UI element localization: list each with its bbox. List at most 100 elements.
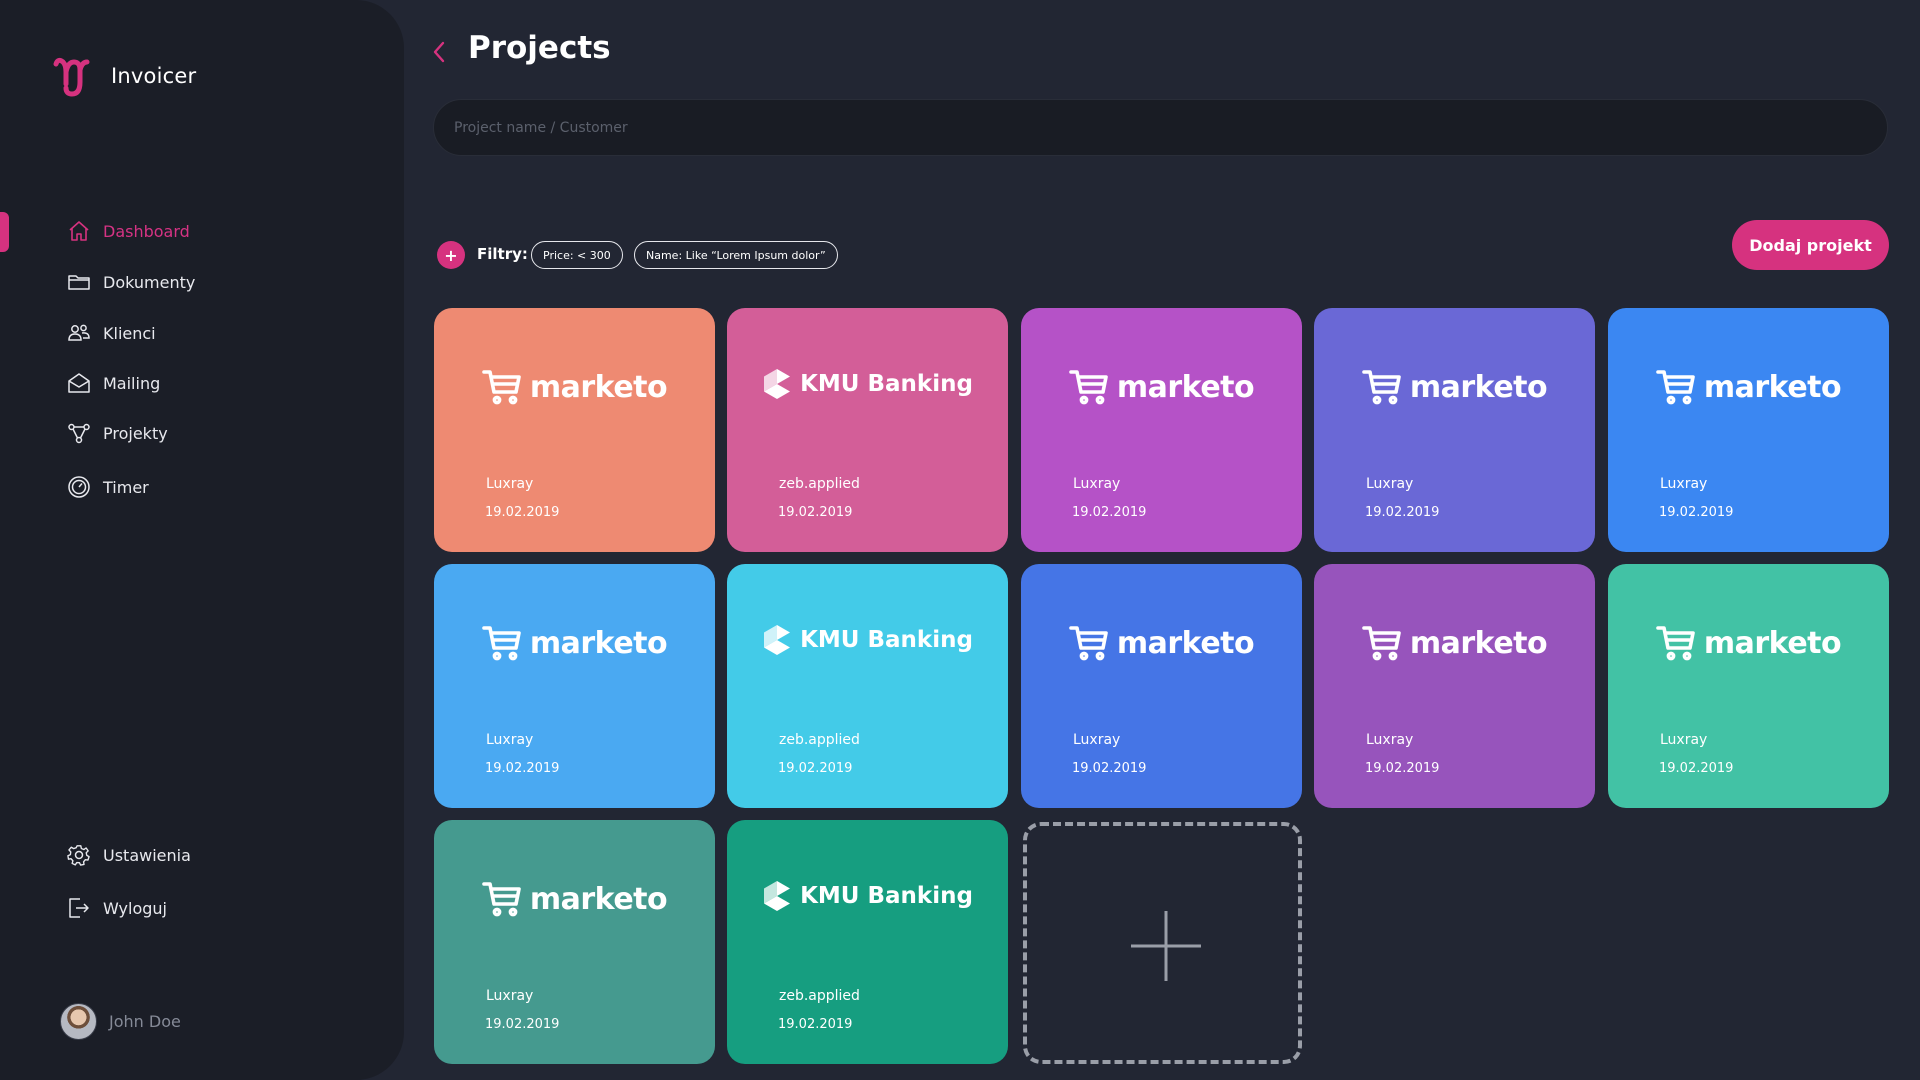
project-logo: marketo [434, 624, 715, 662]
new-project-tile[interactable] [1023, 822, 1302, 1064]
folder-icon [66, 269, 92, 295]
project-logo: marketo [1608, 368, 1889, 406]
shopping-cart-icon [1069, 626, 1108, 661]
avatar [60, 1003, 97, 1040]
project-brand: marketo [1703, 625, 1842, 661]
project-nodes-icon [66, 420, 92, 446]
filters-label: Filtry: [477, 245, 528, 263]
sidebar-item-label: Projekty [103, 423, 168, 443]
app-name: Invoicer [111, 64, 197, 88]
kmu-logo-icon [764, 881, 791, 911]
project-logo: marketo [1021, 624, 1302, 662]
project-client: zeb.applied [779, 476, 860, 492]
project-client: Luxray [1366, 476, 1414, 492]
mail-icon [66, 370, 92, 396]
users-icon [66, 320, 92, 346]
project-client: Luxray [486, 476, 534, 492]
shopping-cart-icon [482, 882, 521, 917]
project-date: 19.02.2019 [485, 505, 560, 520]
shopping-cart-icon [1362, 626, 1401, 661]
project-card[interactable]: KMU Banking zeb.applied 19.02.2019 [727, 308, 1008, 552]
sidebar-item-wyloguj[interactable]: Wyloguj [66, 895, 167, 921]
shopping-cart-icon [1069, 370, 1108, 405]
app-logo-icon [53, 57, 90, 97]
chevron-left-icon [433, 41, 445, 63]
add-project-button[interactable]: Dodaj projekt [1732, 220, 1889, 270]
project-brand: KMU Banking [800, 627, 973, 653]
project-logo: KMU Banking [727, 368, 1008, 400]
sidebar-item-label: Wyloguj [103, 898, 167, 918]
project-date: 19.02.2019 [1659, 505, 1734, 520]
project-logo: marketo [1314, 624, 1595, 662]
project-brand: marketo [529, 881, 668, 917]
project-logo: marketo [434, 368, 715, 406]
sidebar-item-ustawienia[interactable]: Ustawienia [66, 842, 191, 868]
project-logo: marketo [1314, 368, 1595, 406]
project-logo: marketo [1021, 368, 1302, 406]
sidebar-item-label: Ustawienia [103, 845, 191, 865]
project-client: zeb.applied [779, 988, 860, 1004]
sidebar-item-dashboard[interactable]: Dashboard [66, 218, 190, 244]
sidebar-item-label: Dashboard [103, 221, 190, 241]
project-card[interactable]: KMU Banking zeb.applied 19.02.2019 [727, 820, 1008, 1064]
project-brand: marketo [529, 625, 668, 661]
project-brand: marketo [1116, 369, 1255, 405]
sidebar: Invoicer Dashboard Dokumenty Klienci Mai… [0, 0, 404, 1080]
project-date: 19.02.2019 [1072, 505, 1147, 520]
filter-chip-name[interactable]: Name: Like “Lorem Ipsum dolor” [634, 241, 838, 269]
sidebar-item-mailing[interactable]: Mailing [66, 370, 160, 396]
project-card[interactable]: marketo Luxray 19.02.2019 [434, 564, 715, 808]
plus-icon [1131, 911, 1201, 981]
timer-icon [66, 474, 92, 500]
filter-chip-price[interactable]: Price: < 300 [531, 241, 623, 269]
shopping-cart-icon [482, 626, 521, 661]
gear-icon [66, 842, 92, 868]
project-brand: marketo [1116, 625, 1255, 661]
project-card[interactable]: marketo Luxray 19.02.2019 [1314, 308, 1595, 552]
sidebar-item-label: Mailing [103, 373, 161, 393]
project-date: 19.02.2019 [1365, 505, 1440, 520]
search-input[interactable] [433, 99, 1888, 156]
project-card[interactable]: KMU Banking zeb.applied 19.02.2019 [727, 564, 1008, 808]
logout-icon [66, 895, 92, 921]
project-card[interactable]: marketo Luxray 19.02.2019 [1608, 308, 1889, 552]
project-client: Luxray [1660, 476, 1708, 492]
project-client: Luxray [1073, 476, 1121, 492]
page-title: Projects [468, 30, 611, 66]
project-logo: marketo [1608, 624, 1889, 662]
kmu-logo-icon [764, 625, 791, 655]
user-name: John Doe [109, 1012, 181, 1031]
sidebar-item-projekty[interactable]: Projekty [66, 420, 168, 446]
project-date: 19.02.2019 [778, 505, 853, 520]
sidebar-item-klienci[interactable]: Klienci [66, 320, 156, 346]
shopping-cart-icon [1362, 370, 1401, 405]
project-client: zeb.applied [779, 732, 860, 748]
project-card[interactable]: marketo Luxray 19.02.2019 [1314, 564, 1595, 808]
sidebar-item-timer[interactable]: Timer [66, 474, 149, 500]
project-card[interactable]: marketo Luxray 19.02.2019 [1021, 308, 1302, 552]
project-brand: marketo [529, 369, 668, 405]
project-brand: marketo [1409, 369, 1548, 405]
shopping-cart-icon [1656, 626, 1695, 661]
project-logo: KMU Banking [727, 880, 1008, 912]
project-card[interactable]: marketo Luxray 19.02.2019 [434, 308, 715, 552]
home-icon [66, 218, 92, 244]
project-logo: marketo [434, 880, 715, 918]
project-card[interactable]: marketo Luxray 19.02.2019 [1021, 564, 1302, 808]
project-card[interactable]: marketo Luxray 19.02.2019 [434, 820, 715, 1064]
project-card[interactable]: marketo Luxray 19.02.2019 [1608, 564, 1889, 808]
back-button[interactable] [428, 36, 452, 68]
project-client: Luxray [1366, 732, 1414, 748]
project-brand: marketo [1409, 625, 1548, 661]
app-brand[interactable]: Invoicer [52, 54, 196, 98]
add-filter-button[interactable]: + [437, 241, 465, 269]
sidebar-item-label: Dokumenty [103, 272, 196, 292]
sidebar-item-dokumenty[interactable]: Dokumenty [66, 269, 195, 295]
project-date: 19.02.2019 [485, 1017, 560, 1032]
project-logo: KMU Banking [727, 624, 1008, 656]
project-date: 19.02.2019 [1072, 761, 1147, 776]
user-profile[interactable]: John Doe [60, 1003, 181, 1040]
sidebar-item-label: Timer [103, 477, 149, 497]
shopping-cart-icon [1656, 370, 1695, 405]
kmu-logo-icon [764, 369, 791, 399]
